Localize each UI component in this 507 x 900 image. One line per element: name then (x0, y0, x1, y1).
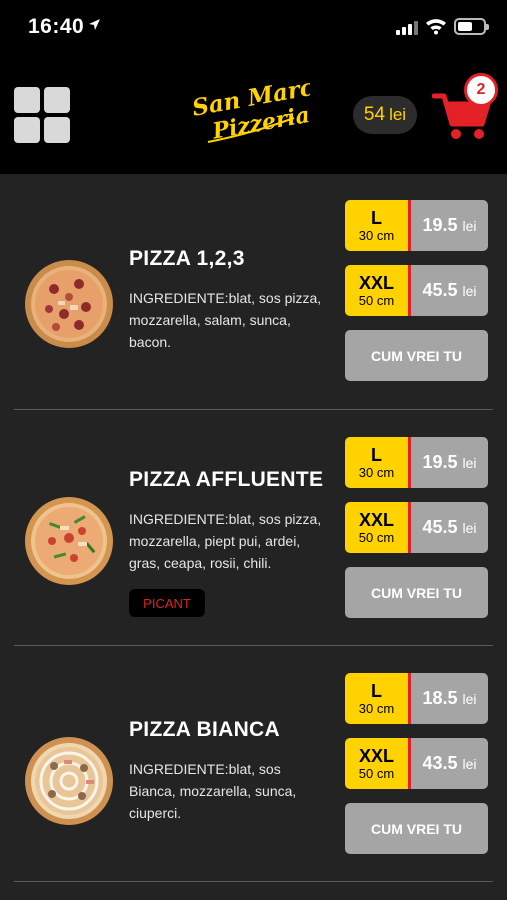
price-unit: lei (462, 690, 477, 707)
pizza-image (24, 496, 114, 586)
app-header: San Marco Pizzeria 54 lei 2 (0, 56, 507, 174)
size-cm: 50 cm (358, 530, 395, 545)
size-option-xxl[interactable]: XXL 50 cm 43.5 lei (345, 738, 488, 789)
pizza-ingredients: INGREDIENTE:blat, sos Bianca, mozzarella… (129, 761, 297, 821)
size-cm: 30 cm (358, 701, 395, 716)
price-box: 43.5 lei (411, 738, 488, 789)
size-cm: 50 cm (358, 293, 395, 308)
pizza-name: PIZZA 1,2,3 (129, 247, 245, 270)
location-arrow-icon (88, 18, 101, 34)
size-label: XXL (358, 746, 394, 766)
size-label-box: XXL 50 cm (345, 738, 411, 789)
size-label: XXL (358, 273, 394, 293)
status-bar: 16:40 (0, 0, 507, 56)
price-value: 45.5 (422, 280, 458, 300)
divider (14, 881, 493, 882)
price-box: 45.5 lei (411, 265, 488, 316)
pizza-image (24, 736, 114, 826)
custom-order-button[interactable]: CUM VREI TU (345, 803, 488, 854)
size-option-l[interactable]: L 30 cm 18.5 lei (345, 673, 488, 724)
battery-icon (454, 18, 489, 35)
custom-order-button[interactable]: CUM VREI TU (345, 567, 488, 618)
pizza-item: PIZZA 1,2,3 INGREDIENTE:blat, sos pizza,… (0, 174, 507, 410)
size-label: XXL (358, 510, 394, 530)
balance-pill[interactable]: 54 lei (353, 96, 417, 134)
price-box: 45.5 lei (411, 502, 488, 553)
price-box: 19.5 lei (411, 200, 488, 251)
san-marco-logo: San Marco Pizzeria (190, 71, 331, 152)
cellular-signal-icon (396, 20, 418, 35)
price-value: 19.5 (422, 215, 458, 235)
balance-amount: 54 (363, 104, 386, 125)
size-option-xxl[interactable]: XXL 50 cm 45.5 lei (345, 265, 488, 316)
price-value: 19.5 (422, 452, 458, 472)
price-unit: lei (462, 755, 477, 772)
pizza-name: PIZZA AFFLUENTE (129, 468, 324, 491)
pizza-item: PIZZA BIANCA INGREDIENTE:blat, sos Bianc… (0, 646, 507, 882)
size-cm: 30 cm (358, 465, 395, 480)
size-label-box: L 30 cm (345, 200, 411, 251)
cart-count-badge: 2 (464, 73, 498, 107)
size-cm: 50 cm (358, 766, 395, 781)
size-cm: 30 cm (358, 228, 395, 243)
price-value: 45.5 (422, 517, 458, 537)
size-label-box: L 30 cm (345, 673, 411, 724)
price-box: 19.5 lei (411, 437, 488, 488)
size-option-xxl[interactable]: XXL 50 cm 45.5 lei (345, 502, 488, 553)
size-label-box: XXL 50 cm (345, 265, 411, 316)
spicy-badge: PICANT (129, 589, 205, 617)
price-unit: lei (462, 454, 477, 471)
size-label: L (371, 208, 382, 228)
pizza-name: PIZZA BIANCA (129, 718, 280, 741)
pizza-list: PIZZA 1,2,3 INGREDIENTE:blat, sos pizza,… (0, 174, 507, 882)
size-option-l[interactable]: L 30 cm 19.5 lei (345, 437, 488, 488)
size-option-l[interactable]: L 30 cm 19.5 lei (345, 200, 488, 251)
size-label: L (371, 681, 382, 701)
price-value: 18.5 (422, 688, 458, 708)
menu-grid-icon[interactable] (14, 87, 70, 143)
pizza-image (24, 259, 114, 349)
price-value: 43.5 (422, 753, 458, 773)
pizza-ingredients: INGREDIENTE:blat, sos pizza, mozzarella,… (129, 511, 322, 571)
price-unit: lei (462, 282, 477, 299)
price-box: 18.5 lei (411, 673, 488, 724)
size-label-box: L 30 cm (345, 437, 411, 488)
size-label: L (371, 445, 382, 465)
pizza-item: PIZZA AFFLUENTE INGREDIENTE:blat, sos pi… (0, 410, 507, 646)
custom-order-button[interactable]: CUM VREI TU (345, 330, 488, 381)
price-unit: lei (462, 217, 477, 234)
price-unit: lei (462, 519, 477, 536)
pizza-ingredients: INGREDIENTE:blat, sos pizza, mozzarella,… (129, 290, 322, 350)
balance-unit: lei (389, 105, 407, 124)
wifi-icon (425, 17, 447, 40)
size-label-box: XXL 50 cm (345, 502, 411, 553)
status-time: 16:40 (28, 15, 85, 38)
